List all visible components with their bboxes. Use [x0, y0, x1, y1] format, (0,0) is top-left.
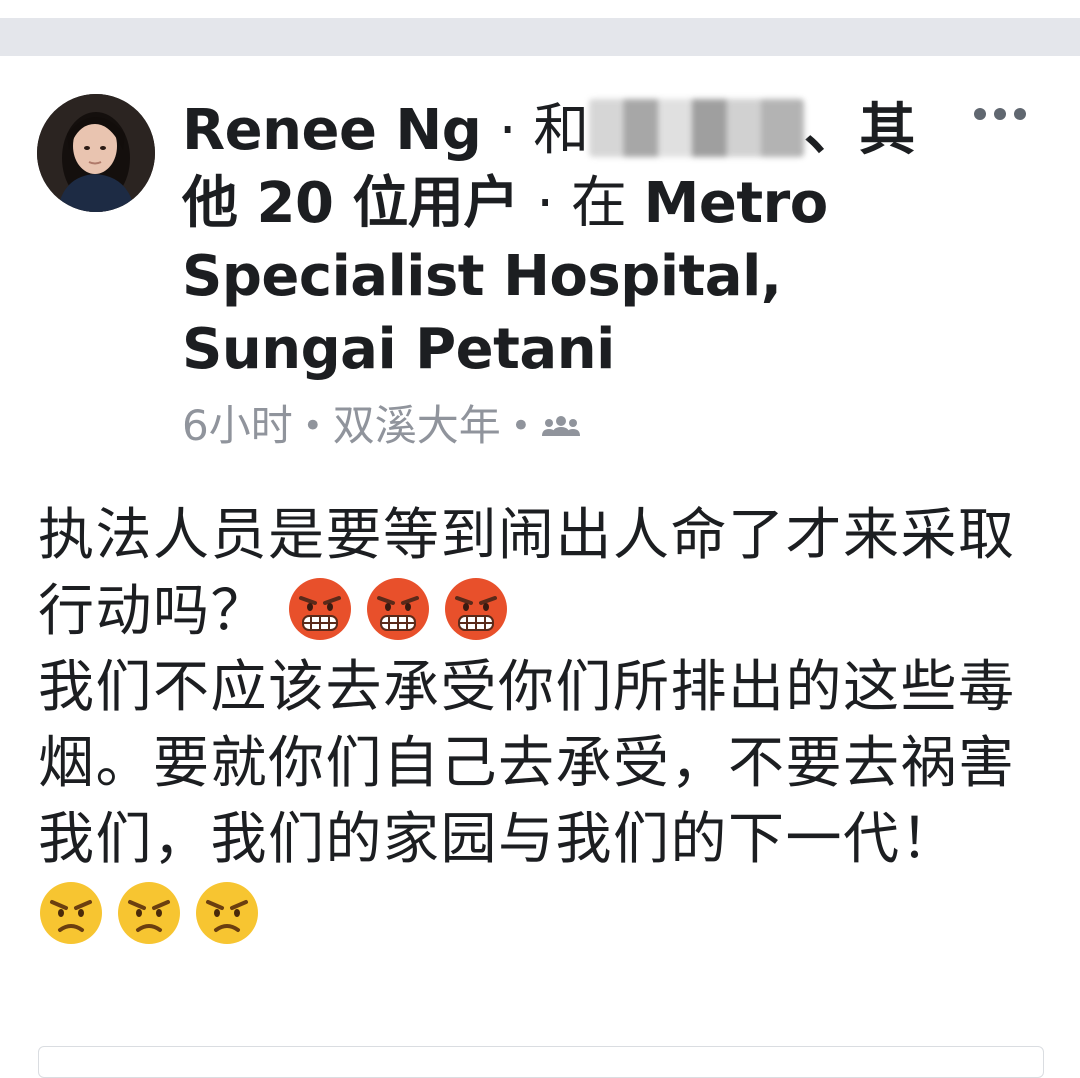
next-card-edge: [38, 1046, 1044, 1078]
steam-from-nose-emoji: [289, 578, 352, 640]
dot: [974, 108, 986, 120]
post-paragraph-1: 执法人员是要等到闹出人命了才来采取行动吗？: [38, 498, 1018, 650]
blurred-tagged-names[interactable]: [588, 99, 804, 157]
dot: [994, 108, 1006, 120]
dot: [1014, 108, 1026, 120]
post-header: Renee Ng · 和、其他 20 位用户 · 在 Metro Special…: [182, 94, 942, 386]
separator-bar: [0, 18, 1080, 56]
post-meta: 6小时 • 双溪大年 •: [182, 398, 581, 454]
steam-from-nose-emoji: [445, 578, 508, 640]
post-paragraph-2: 我们不应该去承受你们所排出的这些毒烟。要就你们自己去承受，不要去祸害我们，我们的…: [38, 650, 1018, 954]
feed-separator: [0, 0, 1080, 56]
with-word: 和: [533, 98, 589, 163]
profile-avatar[interactable]: [37, 94, 155, 212]
post-text: 我们不应该去承受你们所排出的这些毒烟。要就你们自己去承受，不要去祸害我们，我们的…: [38, 655, 1016, 872]
author-name[interactable]: Renee Ng: [182, 98, 482, 163]
avatar-image: [37, 94, 155, 212]
at-word: 在: [570, 171, 644, 236]
angry-face-emoji: [118, 882, 180, 944]
post-body: 执法人员是要等到闹出人命了才来采取行动吗？ 我们不应该去承受你们所排出的这些毒烟…: [38, 498, 1018, 954]
meta-dot: •: [302, 406, 323, 446]
more-options-icon[interactable]: [974, 96, 1026, 132]
angry-face-emoji: [196, 882, 258, 944]
friends-icon[interactable]: [541, 398, 581, 454]
meta-dot: •: [510, 406, 531, 446]
post-text: 执法人员是要等到闹出人命了才来采取行动吗？: [38, 503, 1016, 644]
angry-face-emoji: [40, 882, 102, 944]
post-place[interactable]: 双溪大年: [333, 398, 501, 454]
header-separator: ·: [481, 98, 534, 163]
steam-from-nose-emoji: [367, 578, 430, 640]
header-separator: ·: [518, 171, 571, 236]
post-card: Renee Ng · 和、其他 20 位用户 · 在 Metro Special…: [0, 56, 1080, 1078]
post-time[interactable]: 6小时: [182, 398, 293, 454]
enum-separator: 、: [803, 98, 860, 163]
